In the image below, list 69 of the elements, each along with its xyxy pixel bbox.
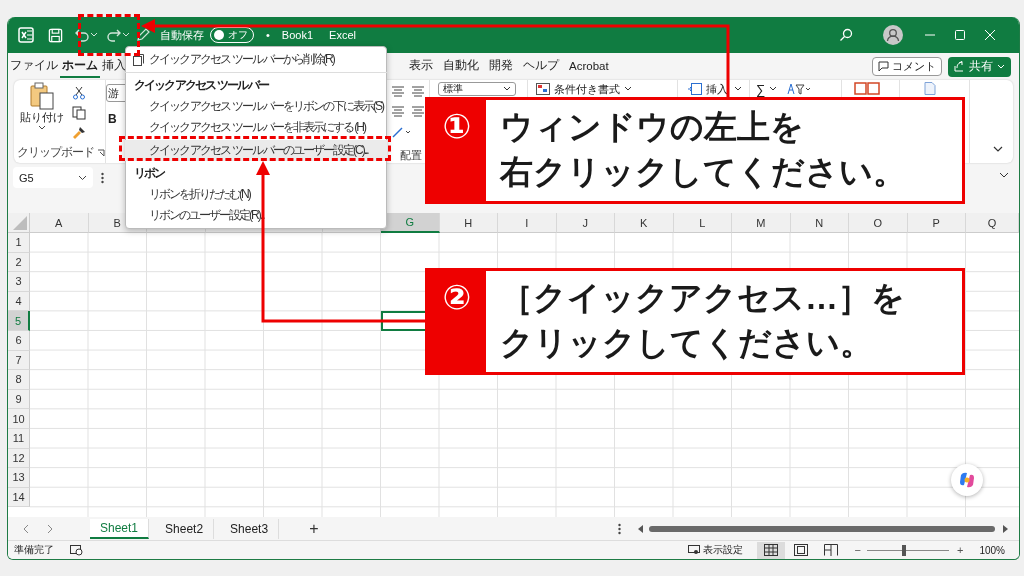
share-button[interactable]: 共有 [948,56,1011,77]
zoom-level[interactable]: 100% [979,544,1005,556]
row-header[interactable]: 2 [8,252,30,273]
menu-item[interactable]: クイック アクセス ツール バーを非表示にする (H) [125,117,387,138]
comment-button[interactable]: コメント [872,57,942,76]
instruction-text: クリックしてください。 [500,323,873,363]
column-header[interactable]: G [381,213,440,233]
column-header[interactable]: J [556,213,615,233]
column-header[interactable]: O [849,213,908,233]
app-name: Excel [329,29,356,41]
number-format-dropdown[interactable]: 標準 [438,82,516,96]
menu-item[interactable]: リボンを折りたたむ(N) [125,184,387,205]
menu-item[interactable]: クイック アクセス ツール バーをリボンの下に表示(S) [125,96,387,117]
column-header[interactable]: Q [966,213,1019,233]
display-settings-button[interactable]: 表示設定 [687,543,743,557]
group-label: クリップボード [17,144,94,161]
column-header[interactable]: M [732,213,791,233]
zoom-out-button[interactable]: − [854,544,861,556]
group-label: 配置 [400,148,422,163]
ribbon-tab[interactable]: Acrobat [564,55,614,78]
column-header[interactable]: N [790,213,849,233]
ribbon-tab[interactable]: 挿入 [100,55,128,78]
file-name[interactable]: Book1 [281,29,314,41]
sheet-tab[interactable]: Sheet2 [155,518,215,539]
ribbon-tab[interactable]: 自動化 [438,55,484,78]
column-header[interactable]: K [615,213,674,233]
ribbon-tab[interactable]: ホーム [60,55,100,78]
instruction-text: ［クイックアクセス…］を [500,278,905,318]
row-header[interactable]: 13 [8,468,30,488]
step-number: ② [428,271,486,372]
column-header[interactable]: L [673,213,732,233]
status-text: 準備完了 [14,543,54,557]
menu-heading: リボン [133,165,166,182]
ribbon-tab[interactable]: ヘルプ [518,55,564,78]
name-box[interactable]: G5 [13,167,93,188]
ribbon-tab[interactable]: 表示 [404,55,438,78]
column-header[interactable]: I [498,213,557,233]
row-header[interactable]: 9 [8,389,30,410]
row-header[interactable]: 12 [8,448,30,469]
column-header[interactable]: H [439,213,498,233]
column-header[interactable]: P [907,213,966,233]
conditional-format-button[interactable]: 条件付き書式 [536,82,632,96]
instruction-text: ウィンドウの左上を [500,107,804,147]
autosave-label: 自動保存 [160,27,204,43]
separator-dot: • [266,29,270,41]
row-header[interactable]: 1 [8,233,30,253]
row-header[interactable]: 7 [8,350,30,371]
sheet-tab[interactable]: Sheet3 [220,518,280,539]
autosum-button[interactable]: ∑ [756,82,778,96]
row-header[interactable]: 6 [8,330,30,351]
ribbon-tab[interactable]: 開発 [484,55,518,78]
row-header[interactable]: 11 [8,428,30,449]
add-sheet-button[interactable]: + [309,519,319,538]
row-header[interactable]: 14 [8,487,30,508]
step-number: ① [428,100,486,201]
row-header[interactable]: 5 [8,311,30,331]
menu-heading: クイック アクセス ツール バー [133,77,270,94]
row-header[interactable]: 4 [8,291,30,312]
row-header[interactable]: 3 [8,272,30,292]
bold-button[interactable]: B [108,112,117,126]
row-header[interactable]: 8 [8,370,30,390]
zoom-in-button[interactable]: + [957,544,964,556]
instruction-text: 右クリックしてください。 [500,152,906,192]
menu-item[interactable]: クイック アクセス ツール バーから削除(R) [125,49,387,70]
row-header[interactable]: 10 [8,409,30,429]
paste-button[interactable]: 貼り付け [20,82,64,144]
sheet-tab[interactable]: Sheet1 [90,518,150,539]
ribbon-tab[interactable]: ファイル [8,55,60,78]
column-header[interactable]: A [30,213,89,233]
